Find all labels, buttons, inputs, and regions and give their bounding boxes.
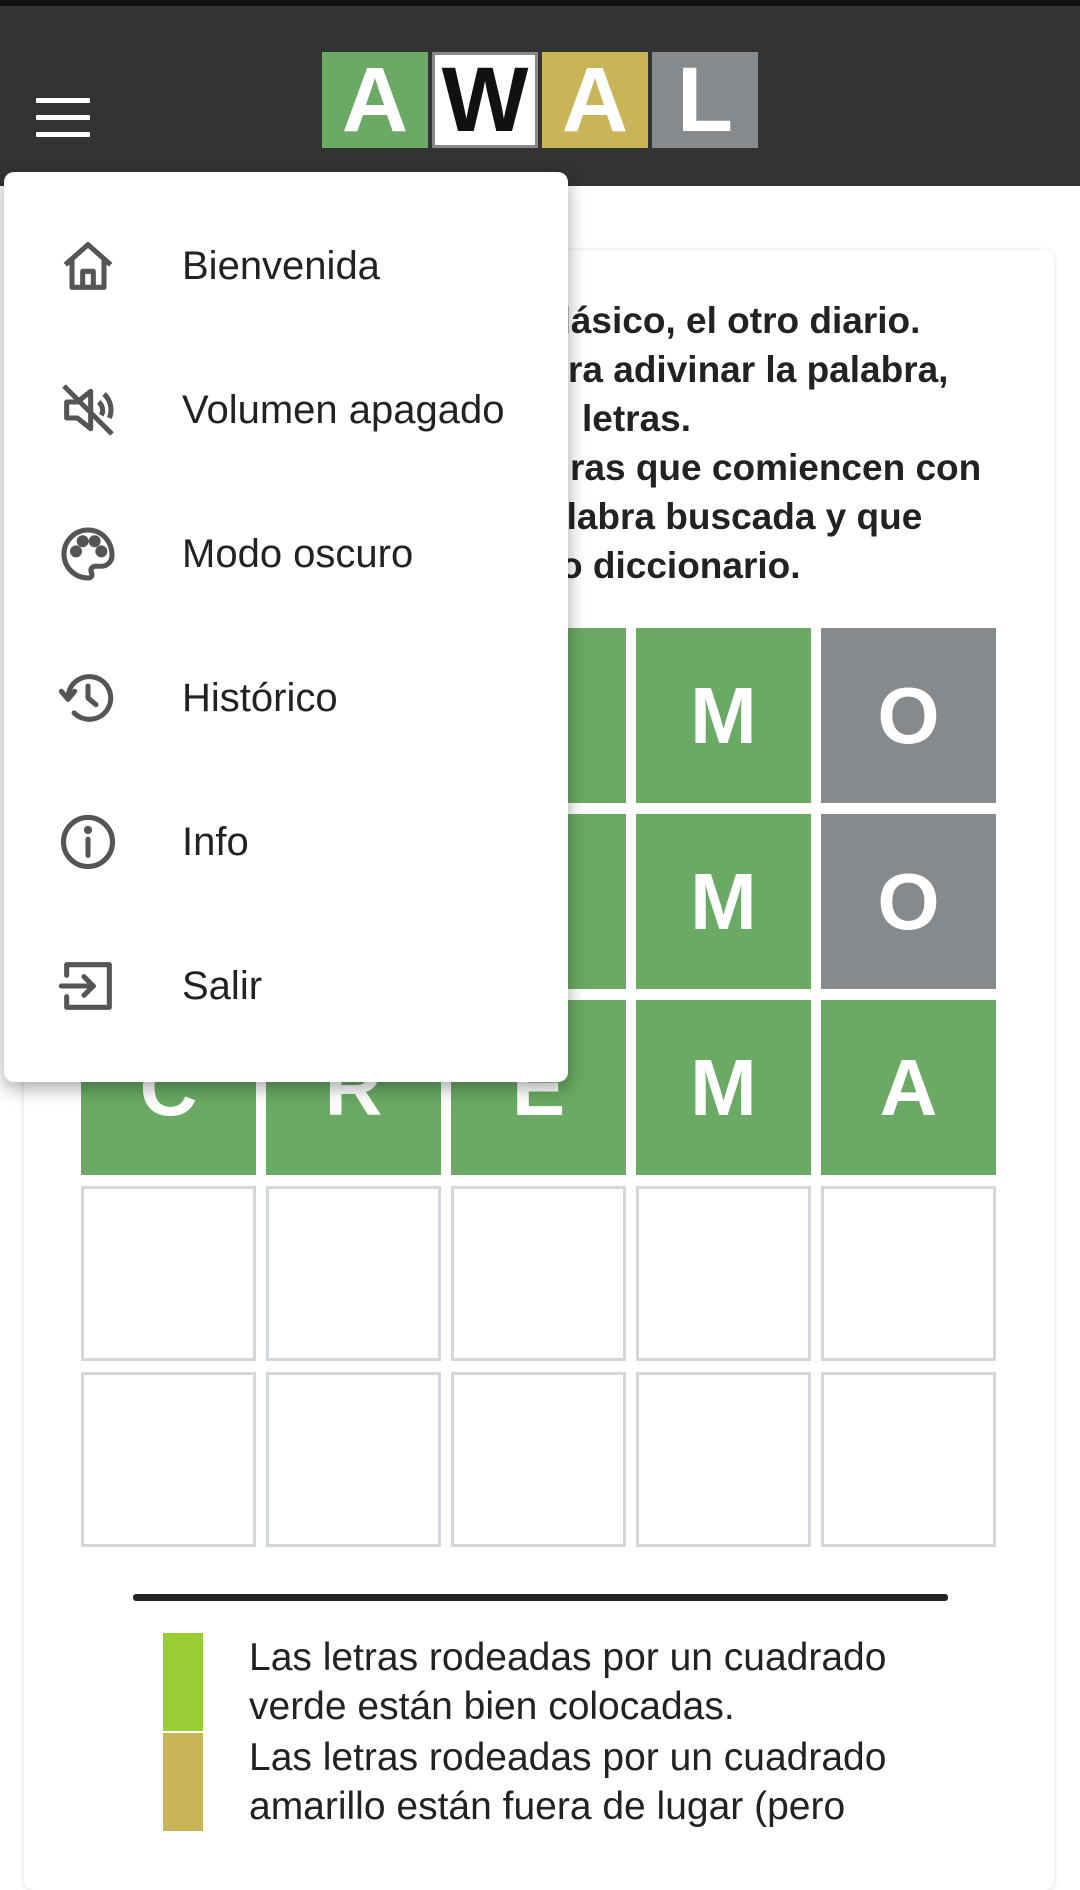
- board-tile: O: [821, 628, 996, 803]
- menu-item-label: Volumen apagado: [182, 387, 505, 432]
- menu-item-label: Info: [182, 819, 249, 864]
- logo-letter: W: [432, 49, 538, 151]
- history-icon: [58, 674, 114, 722]
- menu-item-salir[interactable]: Salir: [4, 914, 568, 1058]
- legend-text-line: amarillo están fuera de lugar (pero: [249, 1785, 846, 1828]
- board-tile: [266, 1186, 441, 1361]
- intro-line: alabra buscada y que: [546, 496, 923, 537]
- board-tile: [821, 1372, 996, 1547]
- board-tile: [81, 1372, 256, 1547]
- awal-logo: A W A L: [322, 49, 762, 151]
- home-icon: [63, 242, 113, 290]
- legend-item: Las letras rodeadas por un cuadrado amari…: [163, 1733, 1003, 1831]
- board-row: [81, 1372, 1006, 1547]
- menu-item-info[interactable]: Info: [4, 770, 568, 914]
- legend-item: Las letras rodeadas por un cuadrado verde…: [163, 1633, 1003, 1731]
- info-icon: [60, 814, 116, 870]
- menu-item-label: Histórico: [182, 675, 338, 720]
- color-legend: Las letras rodeadas por un cuadrado verde…: [163, 1633, 1003, 1833]
- intro-line: o diccionario.: [560, 545, 801, 586]
- menu-item-label: Modo oscuro: [182, 531, 414, 576]
- logo-letter: L: [652, 49, 758, 151]
- palette-icon: [61, 527, 115, 581]
- app-header: A W A L: [0, 0, 1080, 186]
- logo-letter: A: [542, 49, 648, 151]
- menu-item-bienvenida[interactable]: Bienvenida: [4, 194, 568, 338]
- divider: [133, 1594, 948, 1601]
- board-tile: M: [636, 628, 811, 803]
- intro-line: letras.: [582, 398, 692, 439]
- hamburger-menu-icon[interactable]: [36, 98, 90, 138]
- legend-color-swatch: [163, 1633, 203, 1731]
- intro-line: clásico, el otro diario.: [540, 300, 921, 341]
- legend-color-swatch: [163, 1733, 203, 1831]
- legend-text-line: Las letras rodeadas por un cuadrado: [249, 1736, 887, 1779]
- volume-off-icon: [62, 384, 114, 436]
- intro-text: clásico, el otro diario. ra adivinar la …: [540, 296, 1060, 590]
- board-tile: [821, 1186, 996, 1361]
- legend-text: Las letras rodeadas por un cuadrado verde…: [249, 1633, 886, 1731]
- board-tile: M: [636, 1000, 811, 1175]
- board-row: [81, 1186, 1006, 1361]
- menu-item-volume[interactable]: Volumen apagado: [4, 338, 568, 482]
- intro-line: ra adivinar la palabra,: [568, 349, 949, 390]
- navigation-drawer: Bienvenida Volumen apagado Modo oscuro H…: [4, 172, 568, 1082]
- menu-item-label: Bienvenida: [182, 243, 380, 288]
- board-tile: A: [821, 1000, 996, 1175]
- board-tile: O: [821, 814, 996, 989]
- board-tile: [636, 1186, 811, 1361]
- legend-text-line: Las letras rodeadas por un cuadrado: [249, 1636, 887, 1679]
- board-tile: [636, 1372, 811, 1547]
- menu-item-label: Salir: [182, 963, 263, 1008]
- logout-icon: [58, 962, 112, 1010]
- legend-text: Las letras rodeadas por un cuadrado amari…: [249, 1733, 886, 1831]
- menu-item-dark-mode[interactable]: Modo oscuro: [4, 482, 568, 626]
- board-tile: [451, 1186, 626, 1361]
- logo-letter: A: [322, 49, 428, 151]
- board-tile: [266, 1372, 441, 1547]
- legend-text-line: verde están bien colocadas.: [249, 1685, 735, 1728]
- menu-item-history[interactable]: Histórico: [4, 626, 568, 770]
- board-tile: [81, 1186, 256, 1361]
- board-tile: [451, 1372, 626, 1547]
- intro-line: ras que comiencen con: [570, 447, 982, 488]
- board-tile: M: [636, 814, 811, 989]
